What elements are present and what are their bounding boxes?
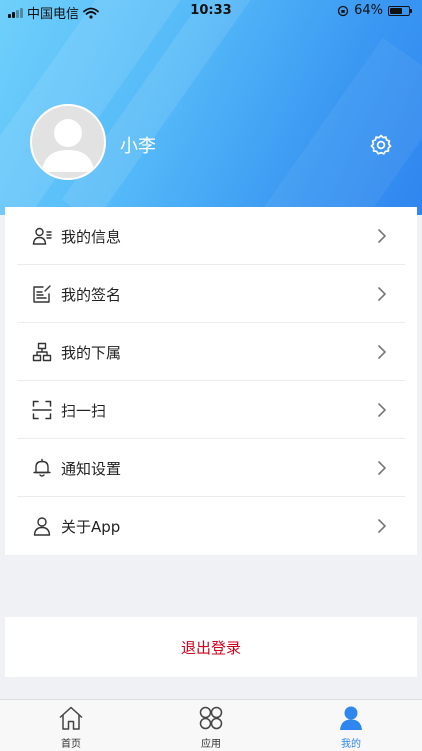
menu-item-label: 关于App: [61, 518, 121, 536]
apps-icon: [199, 706, 223, 730]
profile-icon: [340, 706, 362, 730]
menu-item-my-info[interactable]: 我的信息: [5, 207, 417, 265]
profile-header: 中国电信 10:33 64% 小李: [0, 0, 422, 215]
tab-apps[interactable]: 应用: [171, 704, 251, 750]
default-avatar-icon: [42, 119, 94, 172]
menu-item-label: 通知设置: [61, 460, 122, 478]
menu-item-my-signature[interactable]: 我的签名: [5, 265, 417, 323]
menu-item-notification-settings[interactable]: 通知设置: [5, 439, 417, 497]
chevron-right-icon: [378, 287, 386, 301]
menu-list: 我的信息 我的签名 我的下属 扫一扫 通知设置 关于App: [5, 207, 417, 555]
chevron-right-icon: [378, 345, 386, 359]
menu-item-scan[interactable]: 扫一扫: [5, 381, 417, 439]
scan-icon: [32, 400, 52, 420]
tab-me[interactable]: 我的: [311, 704, 391, 750]
chevron-right-icon: [378, 403, 386, 417]
chevron-right-icon: [378, 519, 386, 533]
avatar[interactable]: [30, 104, 106, 180]
menu-item-my-subordinates[interactable]: 我的下属: [5, 323, 417, 381]
logout-label: 退出登录: [180, 639, 241, 657]
tab-label: 我的: [341, 739, 361, 750]
bell-icon: [33, 458, 51, 477]
org-chart-icon: [32, 342, 52, 362]
chevron-right-icon: [378, 461, 386, 475]
tab-label: 应用: [201, 739, 221, 750]
signature-icon: [33, 285, 51, 303]
username: 小李: [120, 136, 156, 157]
tab-home[interactable]: 首页: [31, 704, 111, 750]
home-icon: [59, 706, 83, 730]
user-icon: [33, 517, 51, 536]
menu-item-label: 扫一扫: [61, 402, 107, 420]
orientation-lock-icon: [337, 5, 349, 16]
status-bar: 中国电信 10:33 64%: [0, 0, 422, 22]
user-info-icon: [32, 227, 52, 245]
menu-item-label: 我的下属: [61, 344, 122, 362]
chevron-right-icon: [378, 229, 386, 243]
menu-item-label: 我的信息: [61, 228, 122, 246]
battery-percent: 64%: [354, 3, 383, 18]
tab-bar: 首页 应用 我的: [0, 699, 422, 751]
tab-label: 首页: [61, 739, 81, 750]
logout-button[interactable]: 退出登录: [5, 617, 417, 677]
menu-item-about-app[interactable]: 关于App: [5, 497, 417, 555]
menu-item-label: 我的签名: [61, 286, 122, 304]
battery-icon: [388, 5, 412, 16]
settings-gear-icon[interactable]: [369, 133, 393, 157]
